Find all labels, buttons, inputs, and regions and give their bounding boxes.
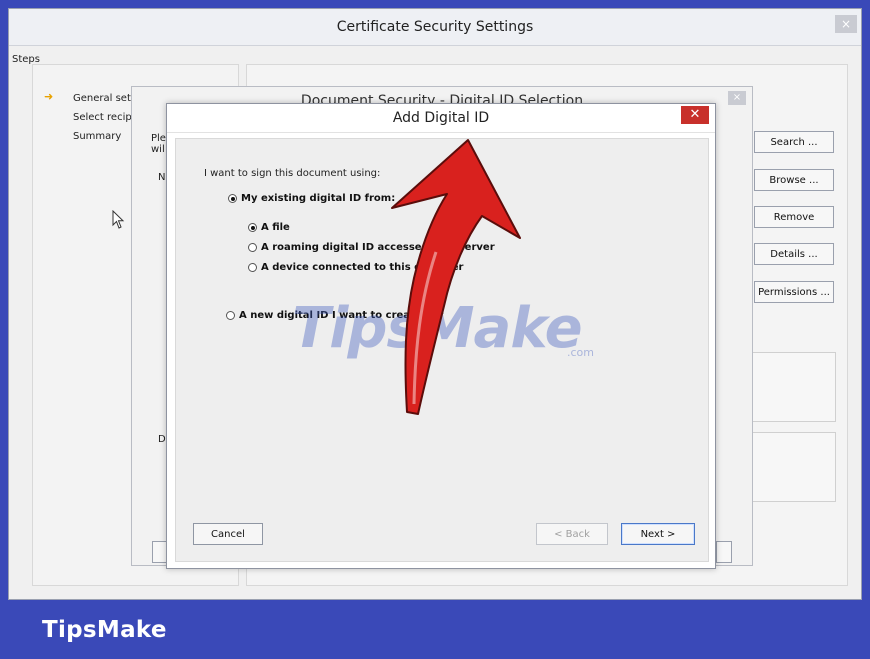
brand-banner: TipsMake: [0, 600, 870, 659]
brand-name: TipsMake: [42, 617, 167, 643]
screenshot-frame: Certificate Security Settings × Steps ➜ …: [0, 0, 870, 659]
red-arrow-annotation: [391, 139, 521, 415]
